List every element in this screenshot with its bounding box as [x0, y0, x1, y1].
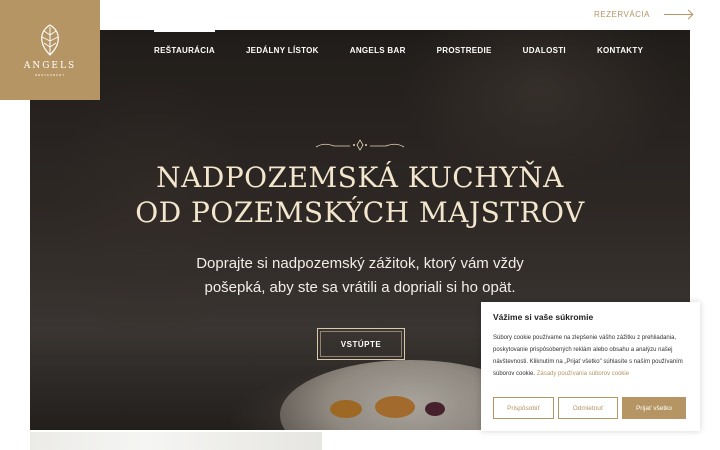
headline-line-2: OD POZEMSKÝCH MAJSTROV	[135, 196, 585, 229]
brand-tagline: RESTAURANT	[34, 73, 66, 77]
subtitle-line-1: Doprajte si nadpozemský zážitok, ktorý v…	[196, 255, 524, 272]
subtitle-line-2: pošepká, aby ste sa vrátili a dopriali s…	[204, 279, 516, 296]
nav-item-angels-bar[interactable]: ANGELS BAR	[350, 30, 406, 55]
ornament-icon	[315, 139, 405, 151]
cookie-buttons: Prispôsobiť Odmietnuť Prijať všetko	[493, 397, 686, 419]
logo[interactable]: ANGELS RESTAURANT	[0, 0, 100, 100]
nav-item-restauracia[interactable]: REŠTAURÁCIA	[154, 30, 215, 55]
cookie-banner: Vážime si vaše súkromie Súbory cookie po…	[481, 302, 700, 431]
reject-button[interactable]: Odmietnuť	[558, 397, 618, 419]
enter-button[interactable]: VSTÚPTE	[317, 328, 405, 360]
hero-headline: NADPOZEMSKÁ KUCHYŇA OD POZEMSKÝCH MAJSTR…	[30, 160, 690, 230]
customize-button[interactable]: Prispôsobiť	[493, 397, 554, 419]
leaf-icon	[41, 24, 59, 56]
reservation-label: REZERVÁCIA	[594, 10, 650, 19]
brand-name: ANGELS	[23, 61, 77, 71]
arrow-right-icon	[664, 14, 692, 15]
accept-all-button[interactable]: Prijať všetko	[622, 397, 686, 419]
cookie-title: Vážime si vaše súkromie	[493, 312, 594, 322]
cookie-text: Súbory cookie používame na zlepšenie váš…	[493, 332, 689, 380]
hero-subtitle: Doprajte si nadpozemský zážitok, ktorý v…	[150, 252, 570, 300]
main-nav: REŠTAURÁCIA JEDÁLNY LÍSTOK ANGELS BAR PR…	[154, 30, 674, 55]
nav-item-kontakty[interactable]: KONTAKTY	[597, 30, 643, 55]
headline-line-1: NADPOZEMSKÁ KUCHYŇA	[156, 161, 564, 194]
cookie-policy-link[interactable]: Zásady používania súborov cookie	[537, 371, 629, 377]
nav-item-udalosti[interactable]: UDALOSTI	[523, 30, 566, 55]
reservation-link[interactable]: REZERVÁCIA	[594, 10, 692, 19]
nav-item-jedalny-listok[interactable]: JEDÁLNY LÍSTOK	[246, 30, 319, 55]
marble-background	[30, 432, 322, 450]
nav-item-prostredie[interactable]: PROSTREDIE	[437, 30, 492, 55]
